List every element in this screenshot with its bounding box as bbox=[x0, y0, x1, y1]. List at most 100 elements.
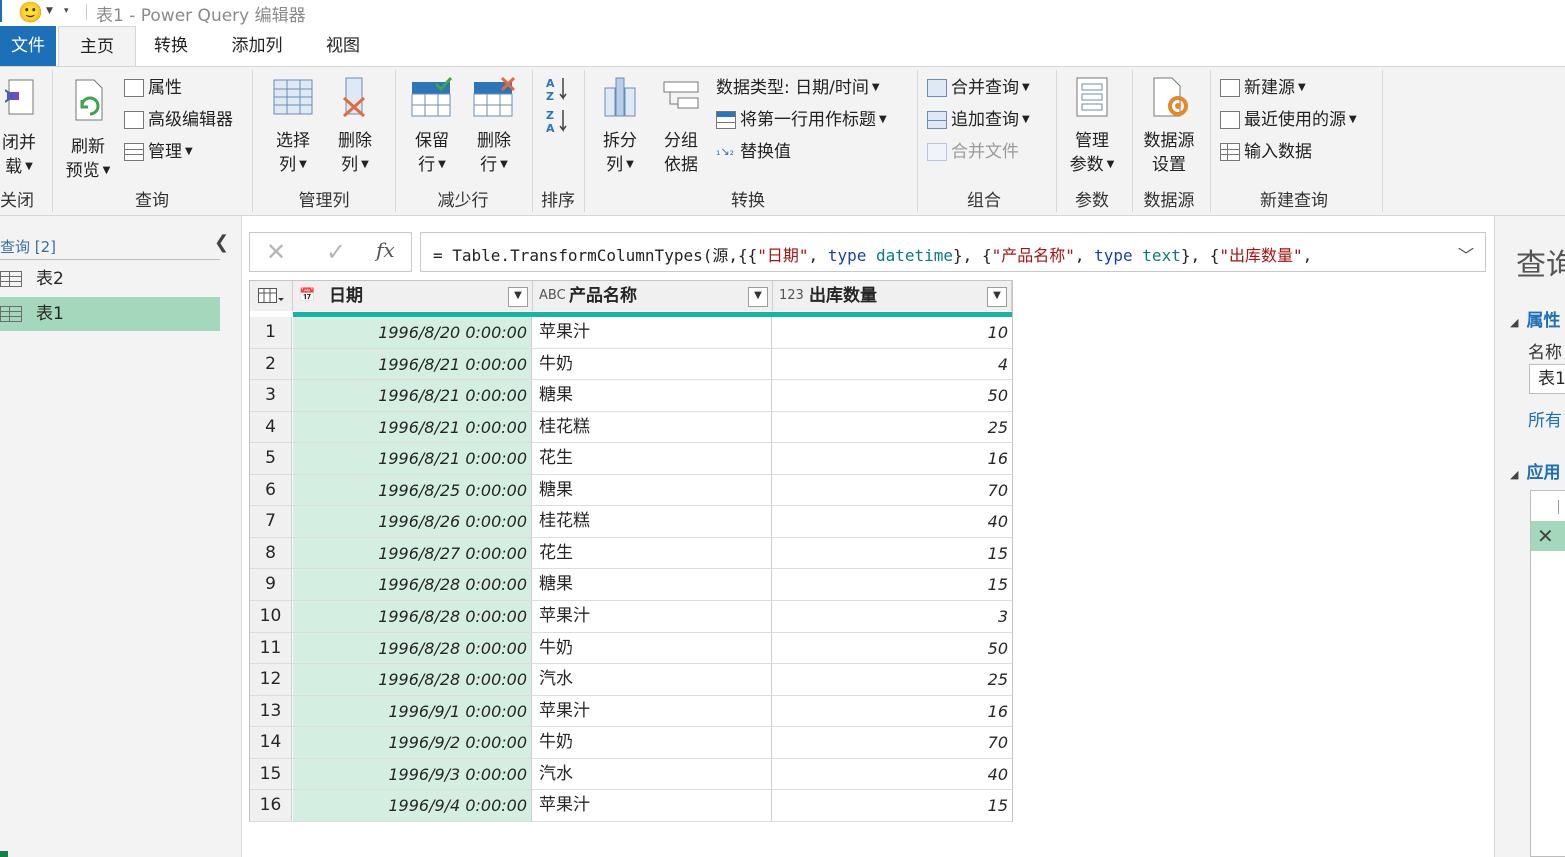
quick-access-menu-icon[interactable]: ▾ bbox=[64, 6, 69, 16]
table-row[interactable]: 2 1996/8/21 0:00:00 牛奶 4 bbox=[250, 348, 1012, 381]
table-menu-button[interactable] bbox=[250, 281, 293, 311]
column-header-quantity[interactable]: 123 出库数量 ▼ bbox=[773, 281, 1012, 311]
fx-button[interactable]: fx bbox=[376, 238, 395, 262]
query-item-table2[interactable]: 表2 bbox=[0, 262, 220, 296]
merge-queries-button[interactable]: 合并查询 ▼ bbox=[927, 75, 1030, 101]
column-header-date[interactable]: 📅 日期 ▼ bbox=[293, 281, 533, 311]
row-number[interactable]: 16 bbox=[250, 790, 292, 821]
row-number[interactable]: 5 bbox=[250, 443, 292, 474]
table-row[interactable]: 5 1996/8/21 0:00:00 花生 16 bbox=[250, 443, 1012, 475]
row-number[interactable]: 11 bbox=[250, 632, 292, 664]
table-row[interactable]: 14 1996/9/2 0:00:00 牛奶 70 bbox=[250, 727, 1012, 759]
filter-dropdown-icon[interactable]: ▼ bbox=[748, 287, 768, 307]
row-number[interactable]: 2 bbox=[250, 348, 292, 380]
table-row[interactable]: 4 1996/8/21 0:00:00 桂花糕 25 bbox=[250, 411, 1012, 444]
filter-dropdown-icon[interactable]: ▼ bbox=[508, 287, 528, 307]
product-cell[interactable]: 牛奶 bbox=[533, 632, 772, 664]
use-first-row-as-headers-button[interactable]: 将第一行用作标题 ▼ bbox=[716, 107, 887, 133]
date-cell[interactable]: 1996/9/4 0:00:00 bbox=[293, 790, 532, 821]
product-cell[interactable]: 牛奶 bbox=[533, 348, 772, 380]
refresh-preview-button[interactable]: 刷新 预览 ▼ bbox=[60, 76, 116, 183]
quantity-cell[interactable]: 70 bbox=[773, 727, 1012, 758]
advanced-editor-button[interactable]: 高级编辑器 bbox=[124, 107, 233, 133]
table-row[interactable]: 8 1996/8/27 0:00:00 花生 15 bbox=[250, 537, 1012, 570]
tab-add-column[interactable]: 添加列 bbox=[220, 26, 294, 66]
table-row[interactable]: 3 1996/8/21 0:00:00 糖果 50 bbox=[250, 380, 1012, 412]
row-number[interactable]: 10 bbox=[250, 600, 292, 632]
tab-home[interactable]: 主页 bbox=[58, 26, 136, 66]
applied-step-selected[interactable]: ✕ bbox=[1531, 521, 1565, 551]
date-cell[interactable]: 1996/8/21 0:00:00 bbox=[293, 380, 532, 411]
row-number[interactable]: 6 bbox=[250, 474, 292, 506]
text-type-icon[interactable]: ABC bbox=[539, 281, 566, 311]
product-cell[interactable]: 花生 bbox=[533, 537, 772, 569]
choose-columns-button[interactable]: 选择 列 ▼ bbox=[264, 76, 322, 177]
row-number[interactable]: 14 bbox=[250, 727, 292, 758]
product-cell[interactable]: 苹果汁 bbox=[533, 695, 772, 727]
table-row[interactable]: 12 1996/8/28 0:00:00 汽水 25 bbox=[250, 664, 1012, 696]
data-source-settings-button[interactable]: 数据源 设置 bbox=[1138, 76, 1200, 177]
enter-data-button[interactable]: 输入数据 bbox=[1220, 139, 1312, 165]
product-cell[interactable]: 牛奶 bbox=[533, 727, 772, 758]
quantity-cell[interactable]: 25 bbox=[773, 412, 1012, 443]
quantity-cell[interactable]: 25 bbox=[773, 664, 1012, 695]
product-cell[interactable]: 汽水 bbox=[533, 758, 772, 790]
quantity-cell[interactable]: 50 bbox=[773, 380, 1012, 411]
quantity-cell[interactable]: 10 bbox=[773, 317, 1012, 348]
recent-sources-button[interactable]: 最近使用的源 ▼ bbox=[1220, 107, 1357, 133]
keep-rows-button[interactable]: 保留 行 ▼ bbox=[404, 76, 460, 177]
table-row[interactable]: 11 1996/8/28 0:00:00 牛奶 50 bbox=[250, 632, 1012, 665]
table-row[interactable]: 10 1996/8/28 0:00:00 苹果汁 3 bbox=[250, 600, 1012, 633]
feedback-smiley-icon[interactable]: 🙂 bbox=[18, 0, 43, 24]
product-cell[interactable]: 桂花糕 bbox=[533, 411, 772, 443]
group-by-button[interactable]: 分组 依据 bbox=[654, 76, 708, 177]
sort-ascending-button[interactable]: A Z bbox=[546, 76, 570, 106]
date-cell[interactable]: 1996/8/27 0:00:00 bbox=[293, 537, 532, 569]
quantity-cell[interactable]: 16 bbox=[773, 443, 1012, 474]
date-cell[interactable]: 1996/8/28 0:00:00 bbox=[293, 664, 532, 695]
product-cell[interactable]: 苹果汁 bbox=[533, 600, 772, 632]
date-cell[interactable]: 1996/8/21 0:00:00 bbox=[293, 443, 532, 474]
properties-section[interactable]: ◢ 属性 bbox=[1510, 306, 1560, 331]
collapse-pane-chevron-icon[interactable]: ❮ bbox=[214, 232, 229, 253]
date-cell[interactable]: 1996/9/2 0:00:00 bbox=[293, 727, 532, 758]
product-cell[interactable]: 汽水 bbox=[533, 664, 772, 695]
table-row[interactable]: 9 1996/8/28 0:00:00 糖果 15 bbox=[250, 569, 1012, 601]
manage-parameters-button[interactable]: 管理 参数 ▼ bbox=[1064, 76, 1120, 177]
table-row[interactable]: 16 1996/9/4 0:00:00 苹果汁 15 bbox=[250, 790, 1012, 822]
row-number[interactable]: 13 bbox=[250, 695, 292, 727]
delete-step-icon[interactable]: ✕ bbox=[1537, 524, 1554, 548]
date-cell[interactable]: 1996/8/20 0:00:00 bbox=[293, 317, 532, 348]
query-item-table1[interactable]: 表1 bbox=[0, 297, 220, 331]
tab-transform[interactable]: 转换 bbox=[140, 26, 202, 66]
date-cell[interactable]: 1996/8/25 0:00:00 bbox=[293, 474, 532, 506]
all-properties-link[interactable]: 所有 bbox=[1528, 406, 1562, 431]
filter-dropdown-icon[interactable]: ▼ bbox=[987, 287, 1007, 307]
smiley-dropdown-icon[interactable]: ▼ bbox=[46, 6, 53, 16]
cancel-formula-button[interactable]: ✕ bbox=[266, 238, 286, 266]
datetime-type-icon[interactable]: 📅 bbox=[299, 281, 315, 311]
new-source-button[interactable]: 新建源 ▼ bbox=[1220, 75, 1306, 101]
row-number[interactable]: 8 bbox=[250, 537, 292, 569]
product-cell[interactable]: 糖果 bbox=[533, 474, 772, 506]
product-cell[interactable]: 糖果 bbox=[533, 380, 772, 411]
sort-descending-button[interactable]: Z A bbox=[546, 108, 570, 138]
row-number[interactable]: 15 bbox=[250, 758, 292, 790]
row-number[interactable]: 1 bbox=[250, 317, 292, 348]
table-row[interactable]: 6 1996/8/25 0:00:00 糖果 70 bbox=[250, 474, 1012, 507]
tab-file[interactable]: 文件 bbox=[0, 26, 56, 66]
quantity-cell[interactable]: 15 bbox=[773, 790, 1012, 821]
quantity-cell[interactable]: 70 bbox=[773, 475, 1012, 506]
row-number[interactable]: 12 bbox=[250, 664, 292, 695]
date-cell[interactable]: 1996/8/28 0:00:00 bbox=[293, 569, 532, 600]
table-row[interactable]: 15 1996/9/3 0:00:00 汽水 40 bbox=[250, 758, 1012, 791]
date-cell[interactable]: 1996/9/1 0:00:00 bbox=[293, 695, 532, 727]
split-column-button[interactable]: 拆分 列 ▼ bbox=[592, 76, 648, 177]
number-type-icon[interactable]: 123 bbox=[779, 281, 804, 311]
table-row[interactable]: 7 1996/8/26 0:00:00 桂花糕 40 bbox=[250, 506, 1012, 538]
quantity-cell[interactable]: 15 bbox=[773, 569, 1012, 600]
remove-columns-button[interactable]: 删除 列 ▼ bbox=[326, 76, 384, 177]
date-cell[interactable]: 1996/8/28 0:00:00 bbox=[293, 632, 532, 664]
quantity-cell[interactable]: 40 bbox=[773, 759, 1012, 790]
product-cell[interactable]: 桂花糕 bbox=[533, 506, 772, 537]
